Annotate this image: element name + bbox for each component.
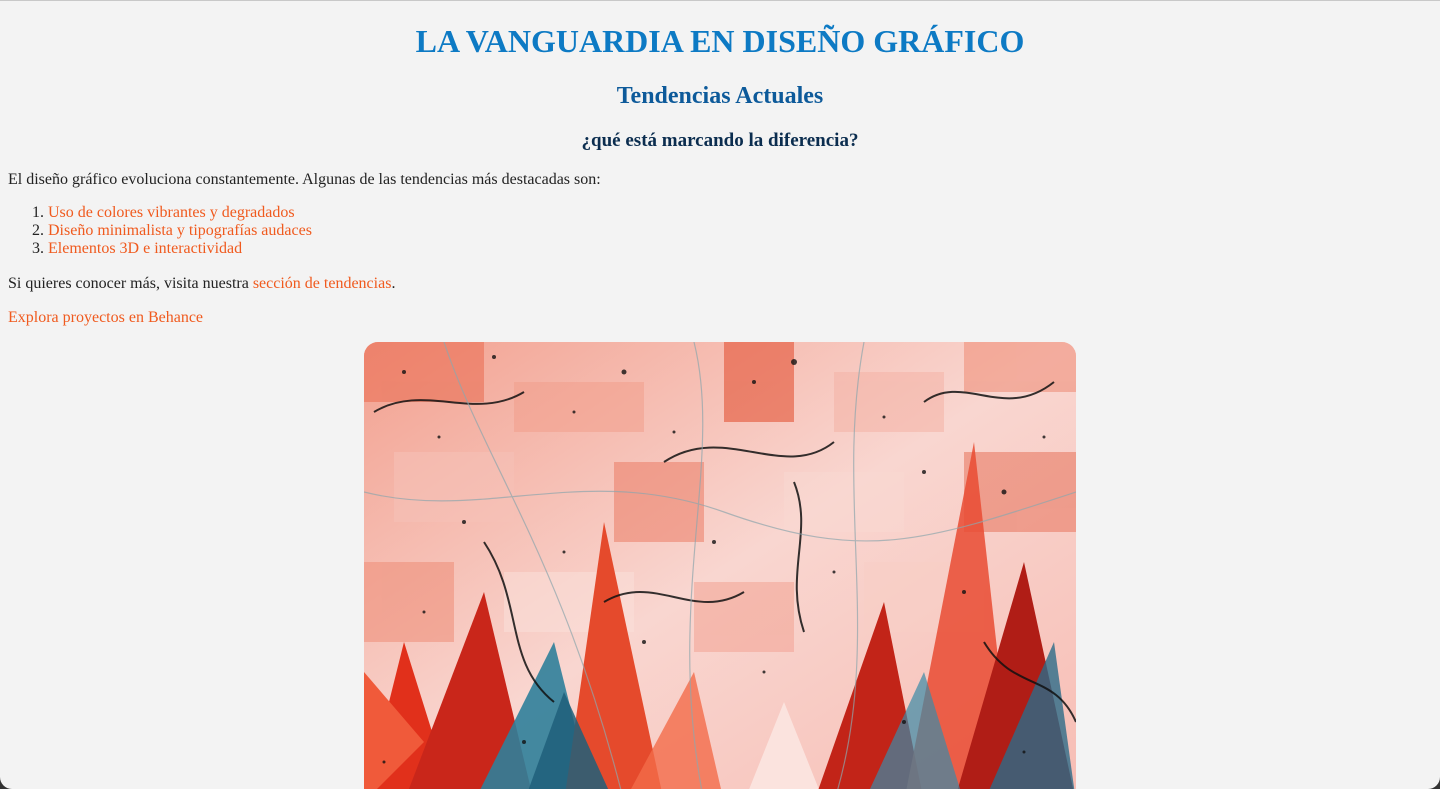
list-item: Uso de colores vibrantes y degradados (48, 204, 312, 222)
trend-link-3d[interactable]: Elementos 3D e interactividad (48, 240, 242, 257)
section-title: Tendencias Actuales (616, 83, 824, 109)
list-item: Diseño minimalista y tipografías audaces (48, 222, 312, 240)
more-suffix: . (391, 275, 396, 292)
more-prefix: Si quieres conocer más, visita nuestra (8, 275, 253, 292)
trend-link-minimalism[interactable]: Diseño minimalista y tipografías audaces (48, 222, 312, 239)
behance-paragraph: Explora proyectos en Behance (8, 308, 203, 328)
page-title: LA VANGUARDIA EN DISEÑO GRÁFICO (415, 23, 1025, 59)
list-item: Elementos 3D e interactividad (48, 240, 312, 258)
abstract-art-image (364, 342, 1076, 789)
section-subtitle: ¿qué está marcando la diferencia? (581, 130, 859, 151)
trend-link-colors[interactable]: Uso de colores vibrantes y degradados (48, 204, 295, 221)
browser-window: LA VANGUARDIA EN DISEÑO GRÁFICO Tendenci… (0, 0, 1440, 789)
trends-section-link[interactable]: sección de tendencias (253, 275, 392, 292)
trends-list: Uso de colores vibrantes y degradados Di… (8, 204, 312, 258)
behance-link[interactable]: Explora proyectos en Behance (8, 309, 203, 326)
intro-text: El diseño gráfico evoluciona constanteme… (8, 171, 601, 188)
more-info-text: Si quieres conocer más, visita nuestra s… (8, 274, 395, 294)
